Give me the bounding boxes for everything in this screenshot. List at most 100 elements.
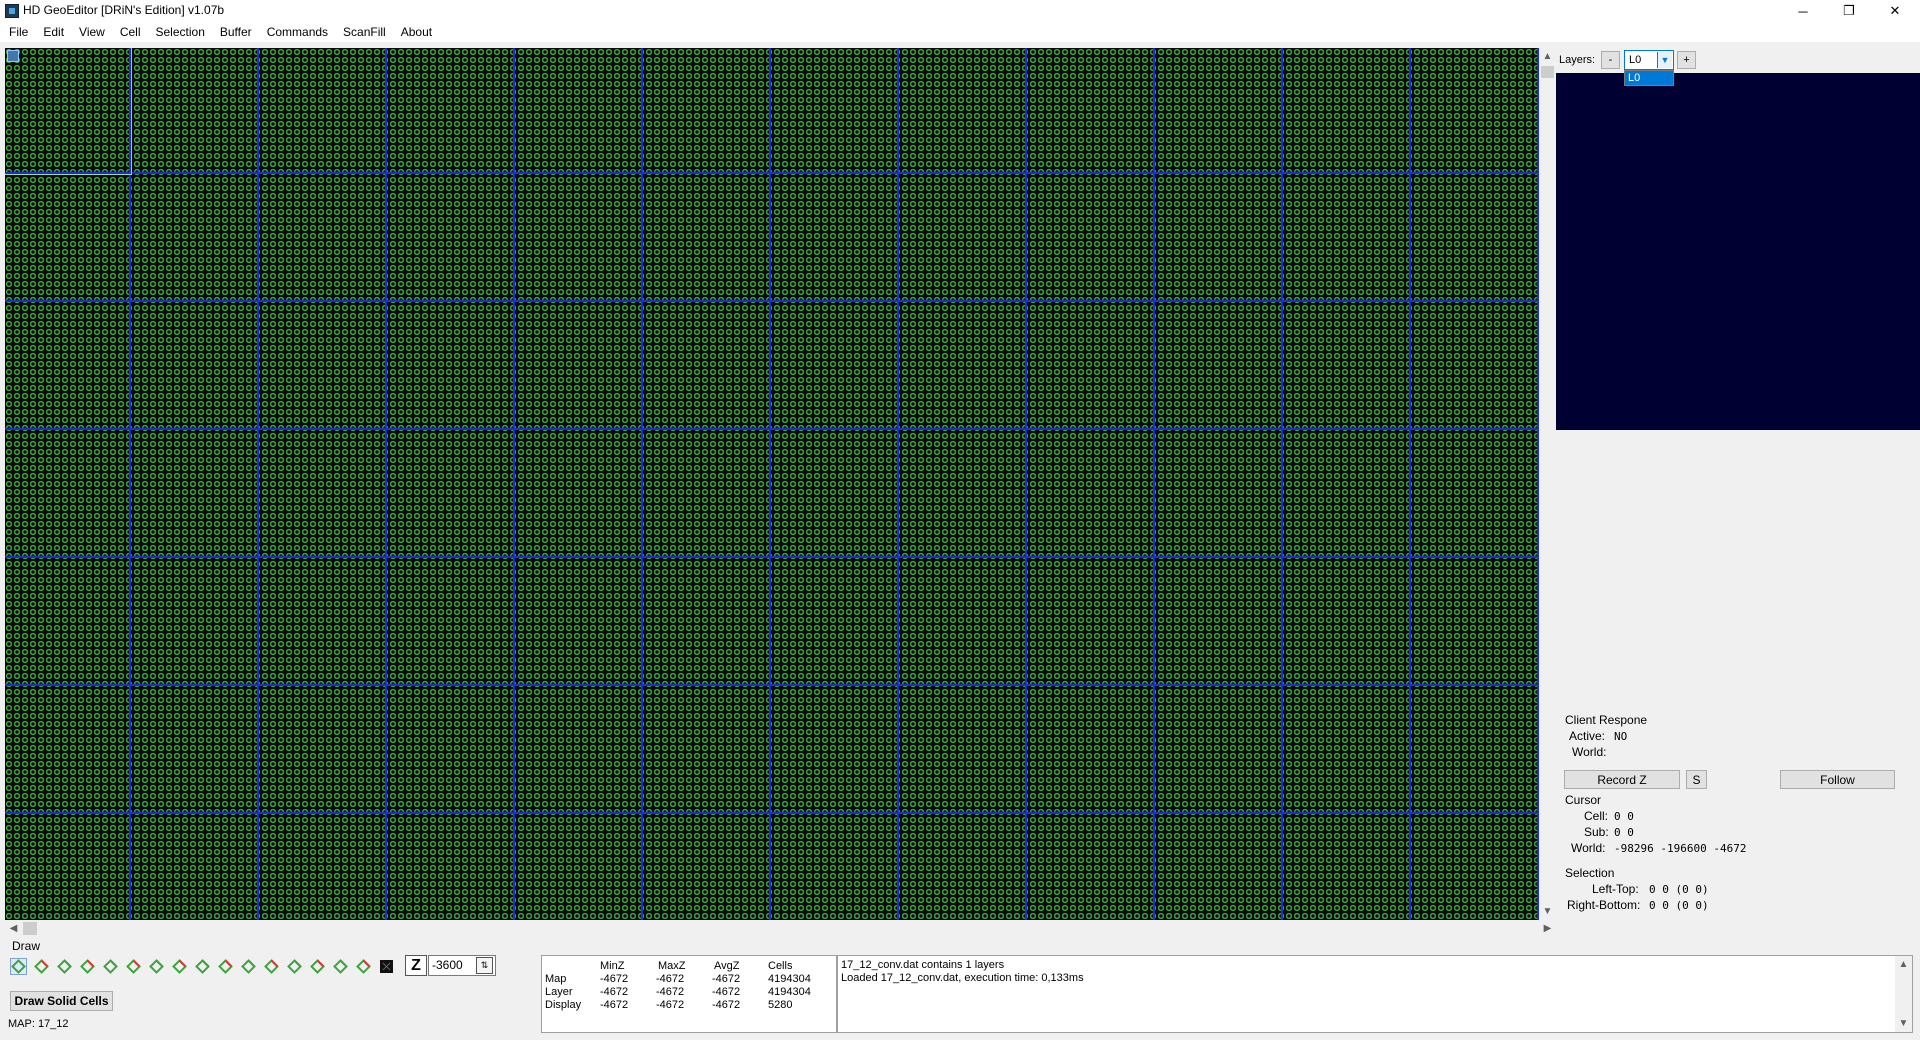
window-title: HD GeoEditor [DRiN's Edition] v1.07b <box>23 3 225 17</box>
stats-cell: -4672 <box>656 986 685 998</box>
menu-file[interactable]: File <box>0 22 34 42</box>
cursor-world-value: -98296 -196600 -4672 <box>1614 842 1747 855</box>
log-line: Loaded 17_12_conv.dat, execution time: 0… <box>841 972 1084 984</box>
z-spinner-icon[interactable]: ⇅ <box>476 957 493 974</box>
client-response-heading: Client Respone <box>1565 713 1648 727</box>
menu-commands[interactable]: Commands <box>258 22 334 42</box>
stats-header-avgz: AvgZ <box>714 960 740 972</box>
cell-full-icon[interactable] <box>10 957 27 975</box>
selected-cell-marker <box>7 50 19 62</box>
layers-label: Layers: <box>1559 54 1596 66</box>
menu-cell[interactable]: Cell <box>111 22 147 42</box>
stats-cell: 5280 <box>768 999 793 1011</box>
stats-row-label: Layer <box>545 986 573 998</box>
stats-cell: 4194304 <box>768 973 811 985</box>
cell-se-icon[interactable] <box>171 958 188 975</box>
remove-layer-button[interactable]: - <box>1601 51 1620 69</box>
cell-ew-icon[interactable] <box>355 958 372 975</box>
stats-table: MinZ MaxZ AvgZ Cells Map -4672 -4672 -46… <box>541 955 837 1033</box>
chevron-down-icon[interactable]: ▼ <box>1657 52 1672 68</box>
stats-header-maxz: MaxZ <box>658 960 686 972</box>
cursor-cell-value: 0 0 <box>1614 810 1634 823</box>
stats-cell: -4672 <box>600 986 629 998</box>
stats-header-cells: Cells <box>768 960 793 972</box>
left-top-value: 0 0 (0 0) <box>1649 883 1709 896</box>
stats-cell: -4672 <box>600 973 629 985</box>
cell-ne-icon[interactable] <box>33 958 50 975</box>
cell-nw-icon[interactable] <box>79 958 96 975</box>
stats-cell: -4672 <box>656 999 685 1011</box>
active-value: NO <box>1614 730 1628 743</box>
vertical-scroll-thumb[interactable] <box>1541 66 1554 78</box>
right-bottom-label: Right-Bottom: <box>1567 898 1641 912</box>
draw-tool-row <box>10 956 401 976</box>
stats-cell: -4672 <box>712 999 741 1011</box>
client-world-label: World: <box>1572 745 1607 759</box>
app-icon <box>5 4 19 18</box>
record-z-button[interactable]: Record Z <box>1564 770 1680 789</box>
follow-button[interactable]: Follow <box>1780 770 1895 789</box>
s-button[interactable]: S <box>1686 770 1707 789</box>
cell-nsew-icon[interactable] <box>309 958 326 975</box>
scroll-down-icon[interactable]: ▼ <box>1539 903 1556 920</box>
scroll-left-icon[interactable]: ◀ <box>5 920 22 937</box>
stats-cell: 4194304 <box>768 986 811 998</box>
cell-ns-icon[interactable] <box>332 958 349 975</box>
cursor-world-label: World: <box>1571 841 1606 855</box>
draw-solid-cells-button[interactable]: Draw Solid Cells <box>10 991 113 1011</box>
map-vertical-scrollbar[interactable]: ▲ ▼ <box>1539 48 1556 920</box>
cursor-cell-label: Cell: <box>1584 809 1609 823</box>
stats-row-label: Map <box>545 973 567 985</box>
left-top-label: Left-Top: <box>1592 882 1639 896</box>
stats-cell: -4672 <box>656 973 685 985</box>
menu-selection[interactable]: Selection <box>147 22 211 42</box>
selected-block-outline <box>5 48 132 175</box>
cell-e-icon[interactable] <box>102 958 119 975</box>
cursor-sub-value: 0 0 <box>1614 826 1634 839</box>
layer-dropdown-list: L0 <box>1624 70 1674 86</box>
restore-button[interactable]: ❐ <box>1826 0 1872 22</box>
stats-cell: -4672 <box>712 986 741 998</box>
active-label: Active: <box>1569 729 1606 743</box>
scroll-down-icon[interactable]: ▼ <box>1895 1015 1912 1032</box>
stats-cell: -4672 <box>712 973 741 985</box>
title-bar: HD GeoEditor [DRiN's Edition] v1.07b ─ ❐… <box>0 0 1920 22</box>
z-toggle-button[interactable]: Z <box>405 955 427 976</box>
scroll-right-icon[interactable]: ▶ <box>1539 920 1556 937</box>
map-status: MAP: 17_12 <box>8 1018 69 1030</box>
menu-view[interactable]: View <box>70 22 111 42</box>
close-button[interactable]: ✕ <box>1872 0 1918 22</box>
minimap[interactable] <box>1556 73 1920 430</box>
cell-sw-icon[interactable] <box>194 958 211 975</box>
cell-w-icon[interactable] <box>125 958 142 975</box>
scroll-up-icon[interactable]: ▲ <box>1895 956 1912 973</box>
cell-empty-icon[interactable] <box>378 958 395 975</box>
cell-sw-only-icon[interactable] <box>286 958 303 975</box>
selection-heading: Selection <box>1565 866 1615 880</box>
menu-edit[interactable]: Edit <box>34 22 70 42</box>
menu-bar: File Edit View Cell Selection Buffer Com… <box>0 22 1920 42</box>
cell-n-icon[interactable] <box>56 958 73 975</box>
menu-buffer[interactable]: Buffer <box>211 22 258 42</box>
menu-about[interactable]: About <box>392 22 438 42</box>
layer-select[interactable]: L0 ▼ <box>1624 50 1674 70</box>
log-scrollbar[interactable]: ▲ ▼ <box>1895 956 1912 1032</box>
right-bottom-value: 0 0 (0 0) <box>1649 899 1709 912</box>
geo-map-canvas[interactable] <box>5 48 1539 920</box>
stats-header-minz: MinZ <box>600 960 625 972</box>
add-layer-button[interactable]: + <box>1677 51 1696 69</box>
log-output[interactable]: 17_12_conv.dat contains 1 layers Loaded … <box>837 955 1913 1033</box>
cell-ne-only-icon[interactable] <box>217 958 234 975</box>
cell-se-only-icon[interactable] <box>263 958 280 975</box>
log-line: 17_12_conv.dat contains 1 layers <box>841 959 1005 971</box>
map-horizontal-scrollbar[interactable]: ◀ ▶ <box>5 920 1556 937</box>
cell-s-icon[interactable] <box>148 958 165 975</box>
minimize-button[interactable]: ─ <box>1780 0 1826 22</box>
cursor-heading: Cursor <box>1565 793 1602 807</box>
cell-nw-only-icon[interactable] <box>240 958 257 975</box>
layer-select-value: L0 <box>1629 54 1642 66</box>
menu-scanfill[interactable]: ScanFill <box>334 22 392 42</box>
scroll-up-icon[interactable]: ▲ <box>1539 48 1556 65</box>
layer-option-l0[interactable]: L0 <box>1625 71 1673 85</box>
horizontal-scroll-thumb[interactable] <box>23 922 37 935</box>
